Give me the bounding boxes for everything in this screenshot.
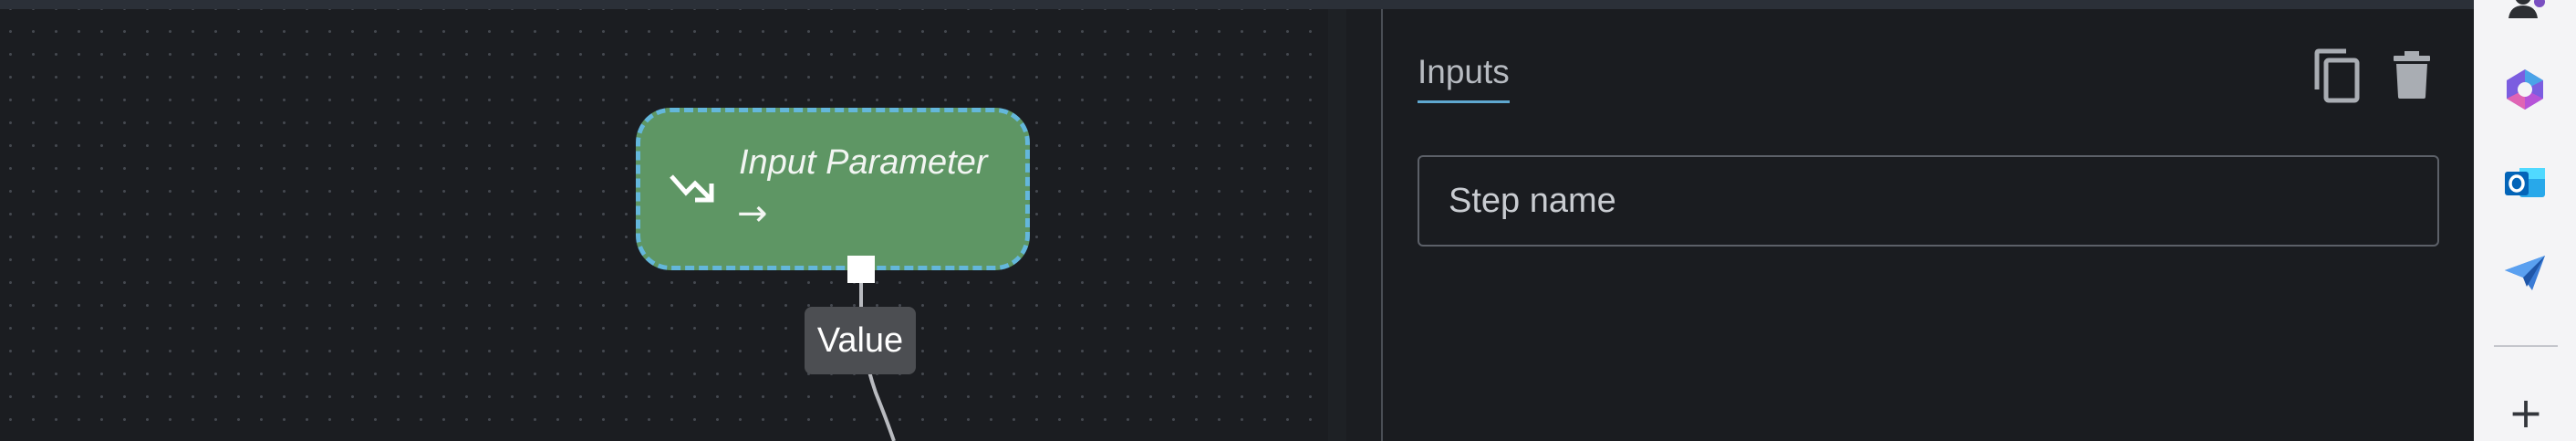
trending-arrow-icon (670, 174, 714, 203)
tab-inputs[interactable]: Inputs (1418, 53, 1510, 103)
send-plane-icon[interactable] (2503, 250, 2547, 294)
copilot-icon[interactable] (2503, 68, 2547, 111)
top-bar (0, 0, 2576, 9)
step-name-input[interactable] (1418, 155, 2439, 247)
app-sidebar (2474, 0, 2576, 441)
people-app-icon[interactable] (2503, 0, 2547, 27)
input-parameter-node[interactable]: Input Parameter → (636, 108, 1030, 270)
add-app-button[interactable]: + (2503, 392, 2549, 438)
node-title: Input Parameter (739, 143, 988, 182)
output-port[interactable] (847, 256, 875, 283)
edge-label[interactable]: Value (805, 307, 916, 374)
trash-icon[interactable] (2392, 51, 2432, 99)
node-arrow: → (737, 193, 768, 235)
outlook-icon[interactable] (2503, 161, 2547, 205)
sidebar-divider (2494, 345, 2558, 347)
copy-icon[interactable] (2311, 47, 2363, 104)
